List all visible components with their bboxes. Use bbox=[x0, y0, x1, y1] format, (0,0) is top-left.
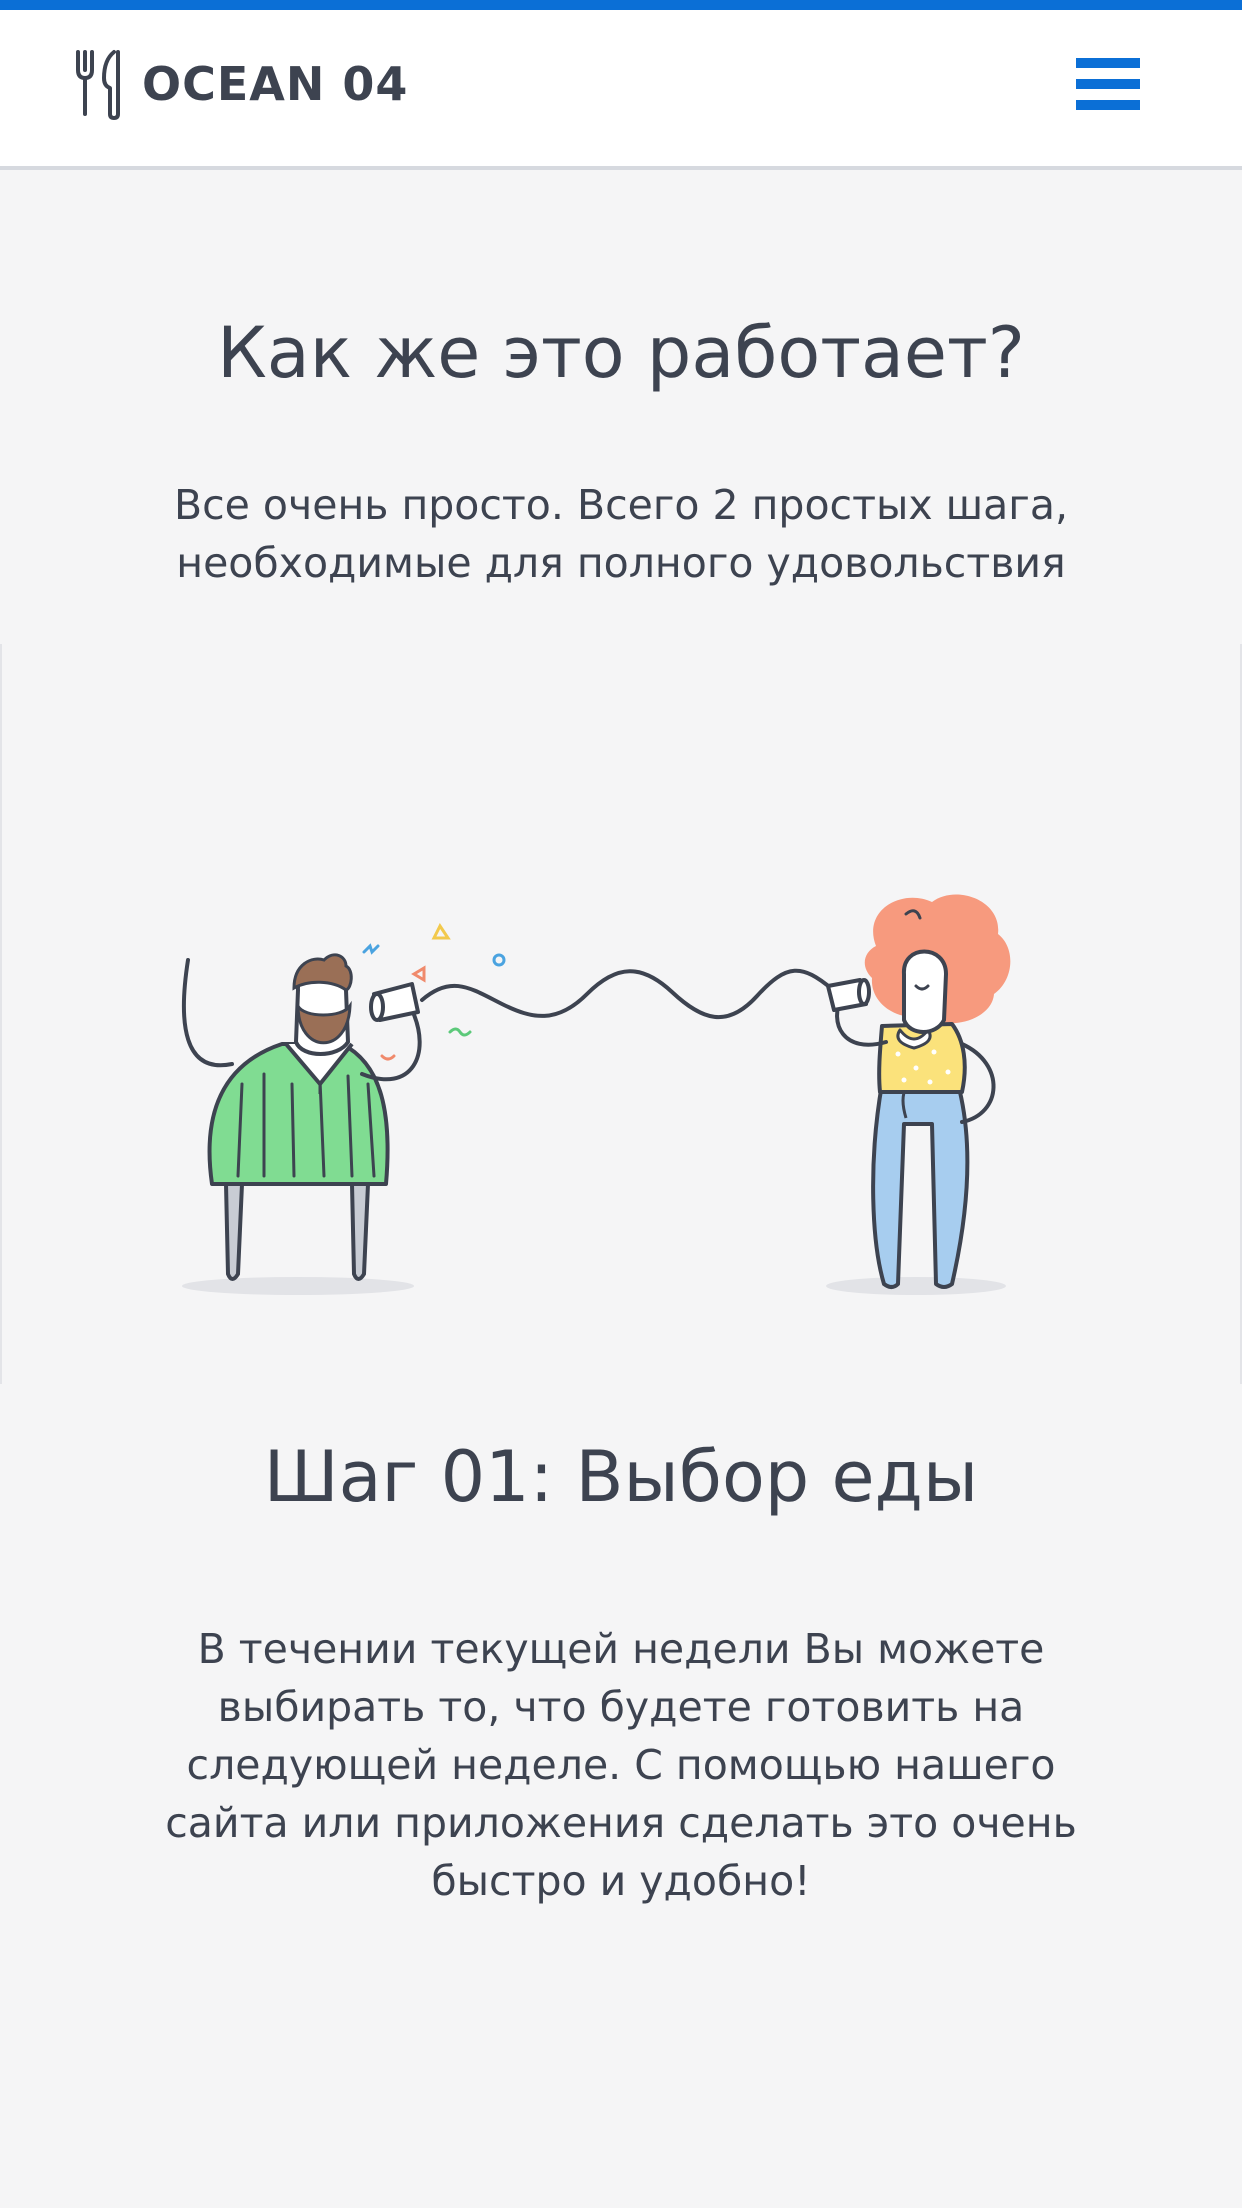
menu-line bbox=[1076, 58, 1140, 68]
how-it-works-title: Как же это работает? bbox=[217, 312, 1025, 394]
step1-text: В течении текущей недели Вы можете выбир… bbox=[165, 1625, 1077, 1905]
main-content: Как же это работает? Все очень просто. В… bbox=[0, 170, 1242, 2208]
step1-title: Шаг 01: Выбор еды bbox=[263, 1436, 979, 1518]
hamburger-menu-icon[interactable] bbox=[1072, 58, 1142, 118]
fork-knife-icon bbox=[76, 50, 120, 120]
illustration-svg bbox=[181, 894, 1011, 1295]
menu-line bbox=[1076, 79, 1140, 89]
top-accent-bar bbox=[0, 0, 1242, 10]
menu-line bbox=[1076, 100, 1140, 110]
how-it-works-subtitle: Все очень просто. Всего 2 простых шага, … bbox=[174, 481, 1068, 587]
logo[interactable]: OCEAN 04 bbox=[72, 44, 408, 124]
tin-can-phone-illustration bbox=[0, 644, 1242, 1384]
site-header: OCEAN 04 bbox=[0, 10, 1242, 170]
logo-text: OCEAN 04 bbox=[142, 57, 409, 111]
